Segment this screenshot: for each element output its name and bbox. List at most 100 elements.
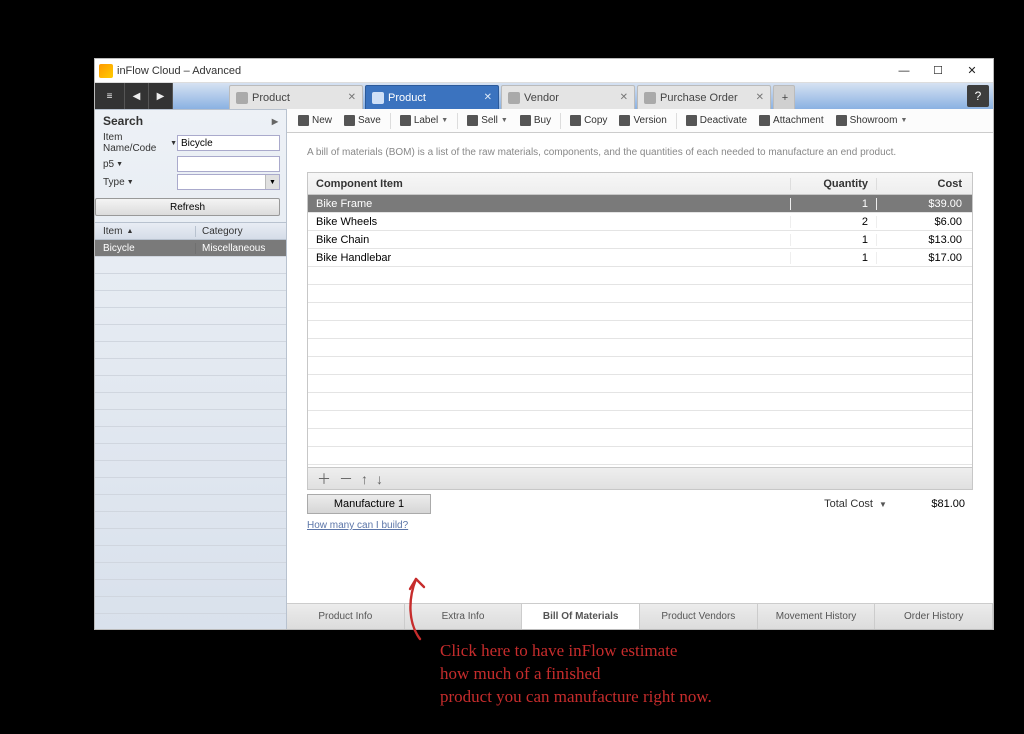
tab-close-icon[interactable]: ✕ bbox=[754, 92, 766, 103]
showroom-button[interactable]: Showroom▼ bbox=[831, 111, 913, 131]
list-item[interactable] bbox=[95, 427, 286, 444]
move-down-icon[interactable]: ↓ bbox=[373, 471, 386, 487]
add-row-icon[interactable]: ＋ bbox=[314, 469, 334, 489]
remove-row-icon[interactable]: － bbox=[336, 469, 356, 489]
list-item[interactable] bbox=[95, 546, 286, 563]
tab-close-icon[interactable]: ✕ bbox=[346, 92, 358, 103]
chevron-down-icon[interactable]: ▼ bbox=[265, 175, 279, 189]
list-item[interactable] bbox=[95, 274, 286, 291]
list-item[interactable] bbox=[95, 478, 286, 495]
window-title: inFlow Cloud – Advanced bbox=[117, 65, 887, 77]
table-row[interactable] bbox=[308, 411, 972, 429]
filter-type-combo[interactable]: ▼ bbox=[177, 174, 280, 190]
filter-p5-input[interactable] bbox=[177, 156, 280, 172]
list-item[interactable] bbox=[95, 461, 286, 478]
buy-button[interactable]: Buy bbox=[515, 111, 556, 131]
tab-icon bbox=[236, 92, 248, 104]
tab-icon bbox=[372, 92, 384, 104]
list-item[interactable] bbox=[95, 597, 286, 614]
table-row[interactable] bbox=[308, 375, 972, 393]
list-item[interactable] bbox=[95, 444, 286, 461]
col-component[interactable]: Component Item bbox=[308, 178, 790, 190]
tab-close-icon[interactable]: ✕ bbox=[482, 92, 494, 103]
total-cost-dropdown-icon[interactable]: ▼ bbox=[873, 500, 893, 509]
sell-button[interactable]: Sell▼ bbox=[462, 111, 513, 131]
table-row[interactable] bbox=[308, 303, 972, 321]
document-tab[interactable]: Purchase Order ✕ bbox=[637, 85, 771, 109]
list-item[interactable] bbox=[95, 580, 286, 597]
tab-close-icon[interactable]: ✕ bbox=[618, 92, 630, 103]
table-row[interactable] bbox=[308, 357, 972, 375]
document-tab[interactable]: Vendor✕ bbox=[501, 85, 635, 109]
list-item[interactable]: BicycleMiscellaneous bbox=[95, 240, 286, 257]
col-quantity[interactable]: Quantity bbox=[790, 178, 876, 190]
list-item[interactable] bbox=[95, 325, 286, 342]
list-item[interactable] bbox=[95, 614, 286, 629]
chevron-down-icon[interactable]: ▼ bbox=[116, 161, 123, 168]
list-item[interactable] bbox=[95, 495, 286, 512]
sidebar-collapse-icon[interactable]: ▶ bbox=[272, 117, 278, 126]
list-item[interactable] bbox=[95, 512, 286, 529]
list-item[interactable] bbox=[95, 359, 286, 376]
copy-button[interactable]: Copy bbox=[565, 111, 612, 131]
col-cost[interactable]: Cost bbox=[876, 178, 972, 190]
filter-p5-label: p5▼ bbox=[103, 159, 177, 170]
bottom-tab[interactable]: Movement History bbox=[758, 604, 876, 629]
nav-forward-button[interactable]: ▶ bbox=[149, 83, 173, 109]
list-item[interactable] bbox=[95, 291, 286, 308]
table-row[interactable]: Bike Frame1$39.00 bbox=[308, 195, 972, 213]
filter-name-label: Item Name/Code▼ bbox=[103, 132, 177, 154]
nav-back-button[interactable]: ◀ bbox=[125, 83, 149, 109]
list-item[interactable] bbox=[95, 529, 286, 546]
list-item[interactable] bbox=[95, 342, 286, 359]
document-tab[interactable]: Product✕ bbox=[229, 85, 363, 109]
maximize-button[interactable]: ☐ bbox=[921, 61, 955, 81]
document-tab[interactable]: Product✕ bbox=[365, 85, 499, 109]
table-row[interactable] bbox=[308, 429, 972, 447]
list-item[interactable] bbox=[95, 257, 286, 274]
bottom-tab[interactable]: Product Info bbox=[287, 604, 405, 629]
chevron-down-icon[interactable]: ▼ bbox=[170, 140, 177, 147]
table-row[interactable] bbox=[308, 285, 972, 303]
chevron-down-icon: ▼ bbox=[900, 117, 907, 124]
save-button[interactable]: Save bbox=[339, 111, 386, 131]
list-item[interactable] bbox=[95, 563, 286, 580]
tab-label: Purchase Order bbox=[660, 92, 750, 104]
list-item[interactable] bbox=[95, 308, 286, 325]
main-menu-button[interactable]: ≡ bbox=[95, 83, 125, 109]
label-button[interactable]: Label▼ bbox=[395, 111, 453, 131]
col-category-header[interactable]: Category bbox=[195, 226, 286, 237]
new-button[interactable]: New bbox=[293, 111, 337, 131]
table-row[interactable] bbox=[308, 447, 972, 465]
close-button[interactable]: ✕ bbox=[955, 61, 989, 81]
list-item[interactable] bbox=[95, 376, 286, 393]
deactivate-button[interactable]: Deactivate bbox=[681, 111, 752, 131]
chevron-down-icon[interactable]: ▼ bbox=[127, 179, 134, 186]
table-row[interactable]: Bike Wheels2$6.00 bbox=[308, 213, 972, 231]
table-row[interactable]: Bike Handlebar1$17.00 bbox=[308, 249, 972, 267]
list-item[interactable] bbox=[95, 393, 286, 410]
bottom-tab[interactable]: Product Vendors bbox=[640, 604, 758, 629]
table-row[interactable] bbox=[308, 321, 972, 339]
table-row[interactable]: Bike Chain1$13.00 bbox=[308, 231, 972, 249]
minimize-button[interactable]: — bbox=[887, 61, 921, 81]
col-item-header[interactable]: Item ▲ bbox=[95, 226, 195, 237]
app-logo-icon bbox=[99, 64, 113, 78]
filter-name-input[interactable] bbox=[177, 135, 280, 151]
table-row[interactable] bbox=[308, 267, 972, 285]
new-tab-button[interactable]: + bbox=[773, 85, 795, 109]
bottom-tab[interactable]: Order History bbox=[875, 604, 993, 629]
new-icon bbox=[298, 115, 309, 126]
manufacture-button[interactable]: Manufacture 1 bbox=[307, 494, 431, 514]
table-row[interactable] bbox=[308, 393, 972, 411]
move-up-icon[interactable]: ↑ bbox=[358, 471, 371, 487]
grid-header: Component Item Quantity Cost bbox=[308, 173, 972, 195]
version-button[interactable]: Version bbox=[614, 111, 671, 131]
list-item[interactable] bbox=[95, 410, 286, 427]
bottom-tab[interactable]: Bill Of Materials bbox=[522, 604, 640, 629]
table-row[interactable] bbox=[308, 339, 972, 357]
attachment-button[interactable]: Attachment bbox=[754, 111, 829, 131]
refresh-button[interactable]: Refresh bbox=[95, 198, 280, 216]
help-button[interactable]: ? bbox=[967, 85, 989, 107]
how-many-can-i-build-link[interactable]: How many can I build? bbox=[307, 520, 973, 531]
